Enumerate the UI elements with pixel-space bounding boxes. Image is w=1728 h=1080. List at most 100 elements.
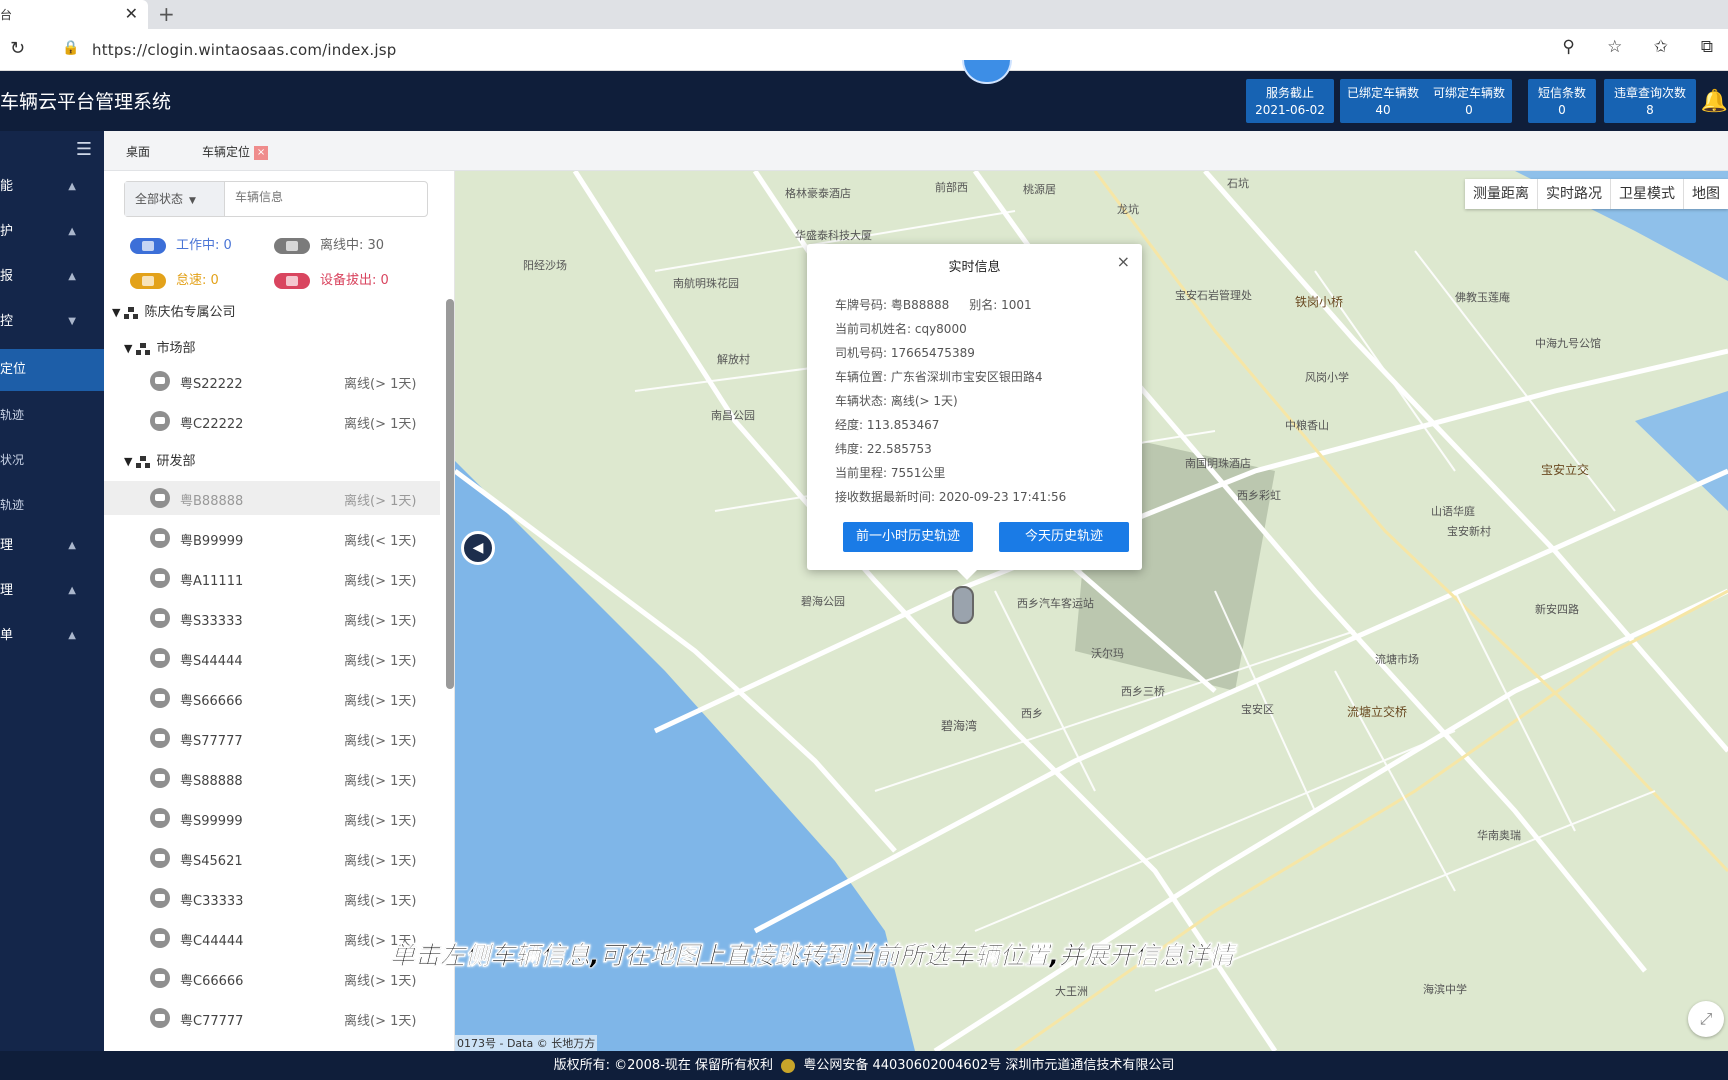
vehicle-row[interactable]: 粤C22222 离线(> 1天) [104,404,440,438]
org-icon [124,306,139,319]
bell-icon[interactable]: 🔔 [1701,89,1728,114]
map-label: 新安四路 [1535,603,1579,616]
tab-desktop[interactable]: 桌面 [126,143,150,160]
sidebar-item[interactable]: 理 ▲ [0,573,104,609]
stat-label: 短信条数 [1537,86,1586,100]
app-title: 车辆云平台管理系统 [0,91,172,113]
popup-time-row: 接收数据最新时间: 2020-09-23 17:41:56 [835,488,1066,505]
url-field[interactable]: https://clogin.wintaosaas.com/index.jsp [92,41,397,59]
triangle-down-icon[interactable]: ▼ [124,342,132,355]
today-track-button[interactable]: 今天历史轨迹 [999,522,1129,552]
new-tab-icon[interactable]: + [158,2,175,26]
measure-distance-button[interactable]: 测量距离 [1465,179,1537,209]
collapse-panel-icon[interactable]: ◀ [461,531,495,565]
close-icon[interactable]: × [1117,252,1130,271]
company-name: 陈庆佑专属公司 [144,305,236,320]
realtime-traffic-button[interactable]: 实时路况 [1537,179,1610,209]
list-scrollbar[interactable] [446,299,454,689]
sidebar-item[interactable]: 护 ▲ [0,214,104,250]
vehicle-row[interactable]: 粤C33333 离线(> 1天) [104,881,440,915]
browser-tab[interactable]: 台 ✕ [0,0,148,29]
legend-offline[interactable]: 离线中: 30 [274,234,384,254]
fullscreen-icon[interactable]: ⤢ [1688,1001,1724,1037]
sidebar-item[interactable]: 控 ▼ [0,304,104,340]
legend-idle[interactable]: 怠速: 0 [130,269,219,289]
vehicle-status: 离线(> 1天) [344,614,417,629]
map-label: 西乡汽车客运站 [1017,597,1094,610]
zoom-icon[interactable]: ⚲ [1548,37,1590,57]
tab-vehicle-location[interactable]: 车辆定位 × [202,143,269,160]
field-value: cqy8000 [914,322,967,336]
sidebar-item[interactable]: 状况 [0,442,104,478]
sidebar-item[interactable]: 报 ▲ [0,259,104,295]
chevron-up-icon: ▲ [68,181,76,192]
sidebar-item[interactable]: 轨迹 [0,487,104,523]
vehicle-row[interactable]: 粤S66666 离线(> 1天) [104,681,440,715]
vehicle-row[interactable]: 粤S88888 离线(> 1天) [104,761,440,795]
reload-icon[interactable]: ↻ [10,38,25,59]
triangle-down-icon[interactable]: ▼ [124,455,132,468]
popup-driver-row: 当前司机姓名: cqy8000 [835,320,967,337]
sidebar-item-label: 报 [0,269,14,284]
vehicle-row[interactable]: 粤S99999 离线(> 1天) [104,801,440,835]
vehicle-row[interactable]: 粤S33333 离线(> 1天) [104,601,440,635]
stat-value: 0 [1465,103,1473,117]
vehicle-plate: 粤S22222 [180,377,243,392]
vehicle-row[interactable]: 粤A11111 离线(> 1天) [104,561,440,595]
vehicle-row[interactable]: 粤S45621 离线(> 1天) [104,841,440,875]
triangle-down-icon[interactable]: ▼ [112,306,120,319]
tree-node-company[interactable]: ▼ 陈庆佑专属公司 [112,301,235,320]
stat-value: 8 [1646,103,1654,117]
vehicle-row[interactable]: 粤S44444 离线(> 1天) [104,641,440,675]
favorites-icon[interactable]: ✩ [1640,37,1682,57]
map-mode-button[interactable]: 地图 [1683,179,1728,209]
tree-node-department[interactable]: ▼ 市场部 [124,337,195,356]
status-select-value: 全部状态 [135,192,184,206]
field-value: 7551公里 [890,466,946,480]
vehicle-row[interactable]: 粤B99999 离线(< 1天) [104,521,440,555]
car-icon [150,528,170,548]
status-select[interactable]: 全部状态 ▼ [125,182,225,216]
vehicle-row[interactable]: 粤C77777 离线(> 1天) [104,1001,440,1035]
legend-working[interactable]: 工作中: 0 [130,234,232,254]
legend-device-unplugged[interactable]: 设备拔出: 0 [274,269,389,289]
last-hour-track-button[interactable]: 前一小时历史轨迹 [843,522,973,552]
sidebar-item-vehicle-location[interactable]: 定位 [0,349,104,391]
sidebar-item[interactable]: 轨迹 [0,397,104,433]
sidebar-item-label: 轨迹 [0,498,25,512]
lock-icon[interactable]: 🔒 [62,40,79,56]
map-view[interactable]: 格林豪泰酒店 前部西 桃源居 华盛泰科技大厦 石坑 龙坑 阳经沙场 南航明珠花园… [455,171,1728,1051]
tree-node-department[interactable]: ▼ 研发部 [124,450,195,469]
vehicle-row-selected[interactable]: 粤B88888 离线(> 1天) [104,481,440,515]
vehicle-status: 离线(> 1天) [344,654,417,669]
vehicle-status: 离线(> 1天) [344,694,417,709]
stat-violation-queries: 违章查询次数 8 [1604,79,1696,123]
sidebar-item[interactable]: 理 ▲ [0,528,104,564]
menu-toggle-icon[interactable]: ☰ [76,139,92,160]
sidebar-item-label: 能 [0,179,14,194]
vehicle-status: 离线(> 1天) [344,1014,417,1029]
close-icon[interactable]: × [254,145,269,160]
map-label: 碧海公园 [801,595,845,608]
vehicle-row[interactable]: 粤S22222 离线(> 1天) [104,364,440,398]
vehicle-status: 离线(> 1天) [344,494,417,509]
map-copyright: 0173号 - Data © 长地万方 [455,1035,598,1051]
vehicle-plate: 粤B88888 [180,494,244,509]
vehicle-row[interactable]: 粤S77777 离线(> 1天) [104,721,440,755]
car-icon [150,808,170,828]
satellite-mode-button[interactable]: 卫星模式 [1610,179,1683,209]
sidebar-item[interactable]: 单 ▲ [0,618,104,654]
vehicle-search-input[interactable] [235,190,415,204]
sidebar-item[interactable]: 能 ▲ [0,169,104,205]
vehicle-marker-icon[interactable] [952,586,974,624]
close-tab-icon[interactable]: ✕ [125,4,138,23]
footer: 版权所有: ©2008-现在 保留所有权利 粤公网安备 440306020046… [0,1051,1728,1080]
collections-icon[interactable]: ⧉ [1686,37,1728,57]
map-label: 西乡彩虹 [1237,489,1281,502]
vehicle-status: 离线(> 1天) [344,377,417,392]
star-icon[interactable]: ☆ [1594,37,1636,57]
car-icon [150,848,170,868]
stat-bindable-vehicles: 可绑定车辆数 0 [1426,79,1512,123]
popup-plate-row: 车牌号码: 粤B88888 别名: 1001 [835,296,1032,313]
car-red-icon [274,272,310,289]
